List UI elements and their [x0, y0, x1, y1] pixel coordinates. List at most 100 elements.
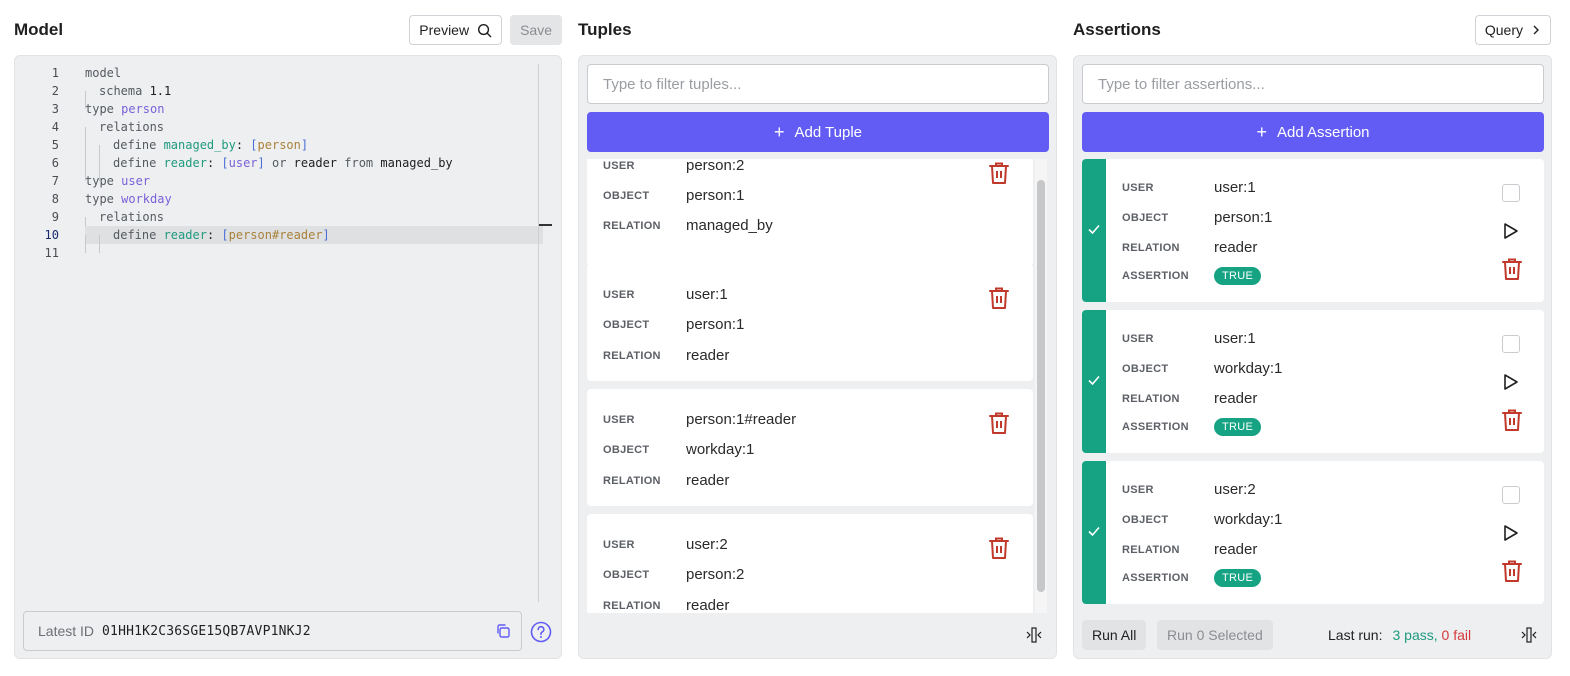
code-token: person — [257, 138, 301, 152]
field-value: user:1 — [1214, 179, 1256, 196]
run-selected-button[interactable]: Run 0 Selected — [1157, 620, 1273, 650]
code-token: schema — [99, 84, 150, 98]
field-label: RELATION — [603, 599, 661, 612]
field-value: user:1 — [1214, 330, 1256, 347]
editor-scrollbar[interactable] — [538, 64, 539, 602]
select-assertion-checkbox[interactable] — [1502, 486, 1520, 504]
code-line[interactable]: 1 model — [15, 64, 553, 82]
run-assertion-icon[interactable] — [1503, 373, 1519, 391]
help-icon[interactable] — [530, 621, 552, 643]
model-header: Model Preview Save — [14, 0, 562, 56]
preview-button[interactable]: Preview — [409, 15, 503, 45]
assertion-field-object: OBJECT person:1 — [1122, 209, 1272, 226]
run-assertion-icon[interactable] — [1503, 524, 1519, 542]
delete-assertion-icon[interactable] — [1501, 559, 1523, 583]
tuples-filter-input[interactable] — [587, 64, 1049, 104]
line-number: 6 — [51, 156, 59, 170]
code-token: managed_by — [380, 156, 453, 170]
code-line[interactable]: 4 relations — [15, 118, 553, 145]
add-assertion-button[interactable]: + Add Assertion — [1082, 112, 1544, 152]
field-label: RELATION — [603, 219, 661, 232]
code-token: or — [264, 156, 294, 170]
copy-icon[interactable] — [495, 623, 511, 639]
field-value: reader — [686, 347, 730, 364]
line-number: 3 — [51, 102, 59, 116]
assertion-status-stripe — [1082, 159, 1106, 302]
tuple-field-user: USER person:2 — [603, 159, 744, 174]
field-value: person:1#reader — [686, 411, 797, 428]
code-text: define managed_by: [person] — [85, 136, 543, 163]
assertion-field-assertion: ASSERTION TRUE — [1122, 418, 1262, 436]
assertions-filter-input[interactable] — [1082, 64, 1544, 104]
field-value: workday:1 — [1214, 360, 1283, 377]
add-tuple-button[interactable]: + Add Tuple — [587, 112, 1049, 152]
assertions-column: Assertions Query + Add Assertion USER use… — [1073, 0, 1552, 659]
code-line[interactable]: 7 type user — [15, 172, 553, 190]
tuple-field-object: OBJECT person:1 — [603, 187, 744, 204]
field-value: reader — [686, 472, 730, 489]
code-line[interactable]: 2 schema 1.1 — [15, 82, 553, 109]
code-text: relations — [85, 118, 543, 145]
code-token: reader — [293, 156, 338, 170]
delete-tuple-icon[interactable] — [988, 286, 1010, 310]
delete-assertion-icon[interactable] — [1501, 408, 1523, 432]
code-token: reader — [163, 156, 207, 170]
delete-tuple-icon[interactable] — [988, 161, 1010, 185]
last-run-summary: Last run: 3 pass, 0 fail — [1328, 627, 1471, 643]
code-line[interactable]: 5 define managed_by: [person] — [15, 136, 553, 163]
code-line[interactable]: 6 define reader: [user] or reader from ma… — [15, 154, 553, 181]
code-line[interactable]: 10 define reader: [person#reader] — [15, 226, 553, 253]
delete-tuple-icon[interactable] — [988, 536, 1010, 560]
select-assertion-checkbox[interactable] — [1502, 184, 1520, 202]
last-run-label: Last run: — [1328, 627, 1383, 643]
assertion-field-user: USER user:1 — [1122, 330, 1256, 347]
code-token: relations — [99, 210, 165, 224]
code-line[interactable]: 9 relations — [15, 208, 553, 235]
line-number: 1 — [51, 66, 59, 80]
model-column: Model Preview Save 1 model 2 schema 1.1 3 typ… — [14, 0, 562, 659]
field-label: OBJECT — [603, 189, 650, 202]
assertion-value-badge: TRUE — [1214, 418, 1262, 436]
latest-id-value: 01HH1K2C36SGE15QB7AVP1NKJ2 — [102, 623, 311, 639]
code-token: define — [113, 138, 164, 152]
model-header-actions: Preview Save — [409, 15, 562, 45]
delete-tuple-icon[interactable] — [988, 411, 1010, 435]
assertion-field-object: OBJECT workday:1 — [1122, 511, 1282, 528]
code-line[interactable]: 8 type workday — [15, 190, 553, 208]
code-token: ] — [257, 156, 265, 170]
tuples-header: Tuples — [578, 0, 1057, 56]
tuple-field-relation: RELATION reader — [603, 597, 729, 613]
run-assertion-icon[interactable] — [1503, 222, 1519, 240]
collapse-panel-icon[interactable] — [1519, 627, 1539, 643]
tuples-scrollbar-thumb[interactable] — [1037, 180, 1045, 592]
code-editor[interactable]: 1 model 2 schema 1.1 3 type person 4 relations 5… — [15, 64, 553, 604]
collapse-panel-icon[interactable] — [1024, 627, 1044, 643]
code-token: [ — [250, 138, 258, 152]
query-button[interactable]: Query — [1474, 15, 1551, 45]
tuple-field-object: OBJECT person:1 — [603, 316, 744, 333]
line-number: 8 — [51, 192, 59, 206]
field-label: ASSERTION — [1122, 421, 1189, 433]
save-button[interactable]: Save — [510, 15, 562, 45]
select-assertion-checkbox[interactable] — [1502, 335, 1520, 353]
assertion-value-badge: TRUE — [1214, 569, 1262, 587]
code-token: type — [85, 192, 122, 206]
delete-assertion-icon[interactable] — [1501, 257, 1523, 281]
tuple-field-user: USER user:2 — [603, 536, 728, 553]
last-run-result: 3 pass, 0 fail — [1392, 627, 1471, 643]
run-all-button[interactable]: Run All — [1082, 620, 1147, 650]
code-token: managed_by — [163, 138, 236, 152]
line-number: 11 — [44, 246, 59, 260]
field-value: user:2 — [1214, 481, 1256, 498]
field-value: person:2 — [686, 566, 745, 583]
code-token: type — [85, 102, 122, 116]
field-value: user:2 — [686, 536, 728, 553]
line-number: 10 — [44, 228, 59, 242]
assertion-field-object: OBJECT workday:1 — [1122, 360, 1282, 377]
tuple-field-user: USER user:1 — [603, 286, 728, 303]
assertions-title: Assertions — [1073, 20, 1161, 39]
code-line[interactable]: 11 — [15, 244, 553, 262]
code-line[interactable]: 3 type person — [15, 100, 553, 118]
field-label: ASSERTION — [1122, 270, 1189, 282]
field-label: USER — [1122, 332, 1154, 345]
